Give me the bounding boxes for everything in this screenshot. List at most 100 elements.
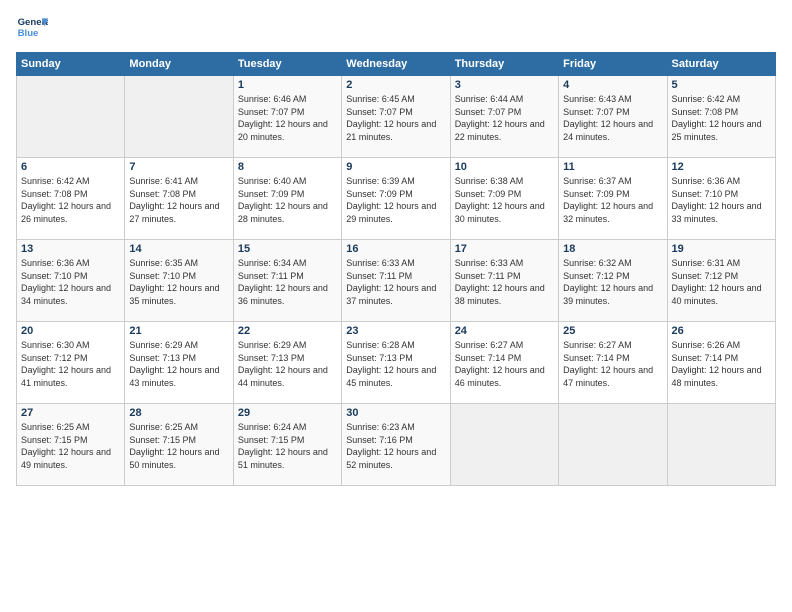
calendar-cell: 29 Sunrise: 6:24 AMSunset: 7:15 PMDayligh… xyxy=(233,404,341,486)
day-info: Sunrise: 6:36 AMSunset: 7:10 PMDaylight:… xyxy=(21,257,120,307)
day-number: 16 xyxy=(346,243,445,255)
calendar-cell: 1 Sunrise: 6:46 AMSunset: 7:07 PMDaylight… xyxy=(233,76,341,158)
calendar-cell: 30 Sunrise: 6:23 AMSunset: 7:16 PMDayligh… xyxy=(342,404,450,486)
calendar-cell xyxy=(125,76,233,158)
header-day-thursday: Thursday xyxy=(450,53,558,76)
calendar-cell: 6Sunrise: 6:42 AMSunset: 7:08 PMDaylight… xyxy=(17,158,125,240)
calendar-cell: 19 Sunrise: 6:31 AMSunset: 7:12 PMDayligh… xyxy=(667,240,775,322)
calendar-cell: 7 Sunrise: 6:41 AMSunset: 7:08 PMDaylight… xyxy=(125,158,233,240)
day-number: 1 xyxy=(238,79,337,91)
calendar-cell: 11Sunrise: 6:37 AMSunset: 7:09 PMDayligh… xyxy=(559,158,667,240)
day-info: Sunrise: 6:46 AMSunset: 7:07 PMDaylight:… xyxy=(238,93,337,143)
day-info: Sunrise: 6:31 AMSunset: 7:12 PMDaylight:… xyxy=(672,257,771,307)
calendar-cell: 23 Sunrise: 6:28 AMSunset: 7:13 PMDayligh… xyxy=(342,322,450,404)
day-number: 14 xyxy=(129,243,228,255)
header-day-monday: Monday xyxy=(125,53,233,76)
day-number: 8 xyxy=(238,161,337,173)
day-number: 5 xyxy=(672,79,771,91)
day-number: 20 xyxy=(21,325,120,337)
week-row-5: 27 Sunrise: 6:25 AMSunset: 7:15 PMDayligh… xyxy=(17,404,776,486)
day-info: Sunrise: 6:32 AMSunset: 7:12 PMDaylight:… xyxy=(563,257,662,307)
calendar-cell: 2Sunrise: 6:45 AMSunset: 7:07 PMDaylight… xyxy=(342,76,450,158)
week-row-1: 1 Sunrise: 6:46 AMSunset: 7:07 PMDaylight… xyxy=(17,76,776,158)
week-row-3: 13 Sunrise: 6:36 AMSunset: 7:10 PMDayligh… xyxy=(17,240,776,322)
day-number: 9 xyxy=(346,161,445,173)
week-row-4: 20 Sunrise: 6:30 AMSunset: 7:12 PMDayligh… xyxy=(17,322,776,404)
day-number: 22 xyxy=(238,325,337,337)
svg-text:Blue: Blue xyxy=(18,28,39,39)
day-info: Sunrise: 6:28 AMSunset: 7:13 PMDaylight:… xyxy=(346,339,445,389)
day-info: Sunrise: 6:38 AMSunset: 7:09 PMDaylight:… xyxy=(455,175,554,225)
day-info: Sunrise: 6:45 AMSunset: 7:07 PMDaylight:… xyxy=(346,93,445,143)
day-number: 30 xyxy=(346,407,445,419)
day-number: 12 xyxy=(672,161,771,173)
day-info: Sunrise: 6:27 AMSunset: 7:14 PMDaylight:… xyxy=(563,339,662,389)
calendar-cell xyxy=(17,76,125,158)
day-number: 26 xyxy=(672,325,771,337)
day-info: Sunrise: 6:25 AMSunset: 7:15 PMDaylight:… xyxy=(21,421,120,471)
day-info: Sunrise: 6:33 AMSunset: 7:11 PMDaylight:… xyxy=(455,257,554,307)
day-number: 18 xyxy=(563,243,662,255)
calendar-cell xyxy=(667,404,775,486)
day-number: 7 xyxy=(129,161,228,173)
day-info: Sunrise: 6:23 AMSunset: 7:16 PMDaylight:… xyxy=(346,421,445,471)
calendar-cell: 12 Sunrise: 6:36 AMSunset: 7:10 PMDayligh… xyxy=(667,158,775,240)
day-number: 10 xyxy=(455,161,554,173)
day-number: 15 xyxy=(238,243,337,255)
header: General Blue xyxy=(16,12,776,44)
header-row: SundayMondayTuesdayWednesdayThursdayFrid… xyxy=(17,53,776,76)
day-number: 27 xyxy=(21,407,120,419)
day-number: 23 xyxy=(346,325,445,337)
day-number: 25 xyxy=(563,325,662,337)
calendar-cell: 14 Sunrise: 6:35 AMSunset: 7:10 PMDayligh… xyxy=(125,240,233,322)
day-info: Sunrise: 6:37 AMSunset: 7:09 PMDaylight:… xyxy=(563,175,662,225)
calendar-cell: 21Sunrise: 6:29 AMSunset: 7:13 PMDayligh… xyxy=(125,322,233,404)
day-info: Sunrise: 6:36 AMSunset: 7:10 PMDaylight:… xyxy=(672,175,771,225)
calendar-cell xyxy=(559,404,667,486)
calendar-header: SundayMondayTuesdayWednesdayThursdayFrid… xyxy=(17,53,776,76)
day-number: 21 xyxy=(129,325,228,337)
day-info: Sunrise: 6:44 AMSunset: 7:07 PMDaylight:… xyxy=(455,93,554,143)
calendar-cell: 27 Sunrise: 6:25 AMSunset: 7:15 PMDayligh… xyxy=(17,404,125,486)
calendar-cell: 5 Sunrise: 6:42 AMSunset: 7:08 PMDaylight… xyxy=(667,76,775,158)
calendar-cell: 8Sunrise: 6:40 AMSunset: 7:09 PMDaylight… xyxy=(233,158,341,240)
calendar-table: SundayMondayTuesdayWednesdayThursdayFrid… xyxy=(16,52,776,486)
day-info: Sunrise: 6:33 AMSunset: 7:11 PMDaylight:… xyxy=(346,257,445,307)
header-day-sunday: Sunday xyxy=(17,53,125,76)
calendar-cell: 18 Sunrise: 6:32 AMSunset: 7:12 PMDayligh… xyxy=(559,240,667,322)
calendar-cell: 25 Sunrise: 6:27 AMSunset: 7:14 PMDayligh… xyxy=(559,322,667,404)
week-row-2: 6Sunrise: 6:42 AMSunset: 7:08 PMDaylight… xyxy=(17,158,776,240)
header-day-saturday: Saturday xyxy=(667,53,775,76)
calendar-cell: 15 Sunrise: 6:34 AMSunset: 7:11 PMDayligh… xyxy=(233,240,341,322)
day-number: 29 xyxy=(238,407,337,419)
day-number: 4 xyxy=(563,79,662,91)
day-number: 13 xyxy=(21,243,120,255)
day-number: 28 xyxy=(129,407,228,419)
day-info: Sunrise: 6:43 AMSunset: 7:07 PMDaylight:… xyxy=(563,93,662,143)
calendar-cell: 9 Sunrise: 6:39 AMSunset: 7:09 PMDaylight… xyxy=(342,158,450,240)
day-info: Sunrise: 6:34 AMSunset: 7:11 PMDaylight:… xyxy=(238,257,337,307)
calendar-cell: 26 Sunrise: 6:26 AMSunset: 7:14 PMDayligh… xyxy=(667,322,775,404)
day-info: Sunrise: 6:39 AMSunset: 7:09 PMDaylight:… xyxy=(346,175,445,225)
day-info: Sunrise: 6:27 AMSunset: 7:14 PMDaylight:… xyxy=(455,339,554,389)
day-info: Sunrise: 6:41 AMSunset: 7:08 PMDaylight:… xyxy=(129,175,228,225)
day-number: 24 xyxy=(455,325,554,337)
header-day-friday: Friday xyxy=(559,53,667,76)
day-info: Sunrise: 6:35 AMSunset: 7:10 PMDaylight:… xyxy=(129,257,228,307)
day-info: Sunrise: 6:30 AMSunset: 7:12 PMDaylight:… xyxy=(21,339,120,389)
calendar-cell: 24 Sunrise: 6:27 AMSunset: 7:14 PMDayligh… xyxy=(450,322,558,404)
calendar-cell: 16 Sunrise: 6:33 AMSunset: 7:11 PMDayligh… xyxy=(342,240,450,322)
day-info: Sunrise: 6:26 AMSunset: 7:14 PMDaylight:… xyxy=(672,339,771,389)
day-info: Sunrise: 6:25 AMSunset: 7:15 PMDaylight:… xyxy=(129,421,228,471)
day-info: Sunrise: 6:42 AMSunset: 7:08 PMDaylight:… xyxy=(672,93,771,143)
day-info: Sunrise: 6:29 AMSunset: 7:13 PMDaylight:… xyxy=(238,339,337,389)
logo: General Blue xyxy=(16,12,48,44)
page: General Blue SundayMondayTuesdayWednesda… xyxy=(0,0,792,612)
day-number: 6 xyxy=(21,161,120,173)
day-number: 17 xyxy=(455,243,554,255)
header-day-wednesday: Wednesday xyxy=(342,53,450,76)
calendar-cell: 13 Sunrise: 6:36 AMSunset: 7:10 PMDayligh… xyxy=(17,240,125,322)
day-number: 19 xyxy=(672,243,771,255)
header-day-tuesday: Tuesday xyxy=(233,53,341,76)
day-info: Sunrise: 6:24 AMSunset: 7:15 PMDaylight:… xyxy=(238,421,337,471)
